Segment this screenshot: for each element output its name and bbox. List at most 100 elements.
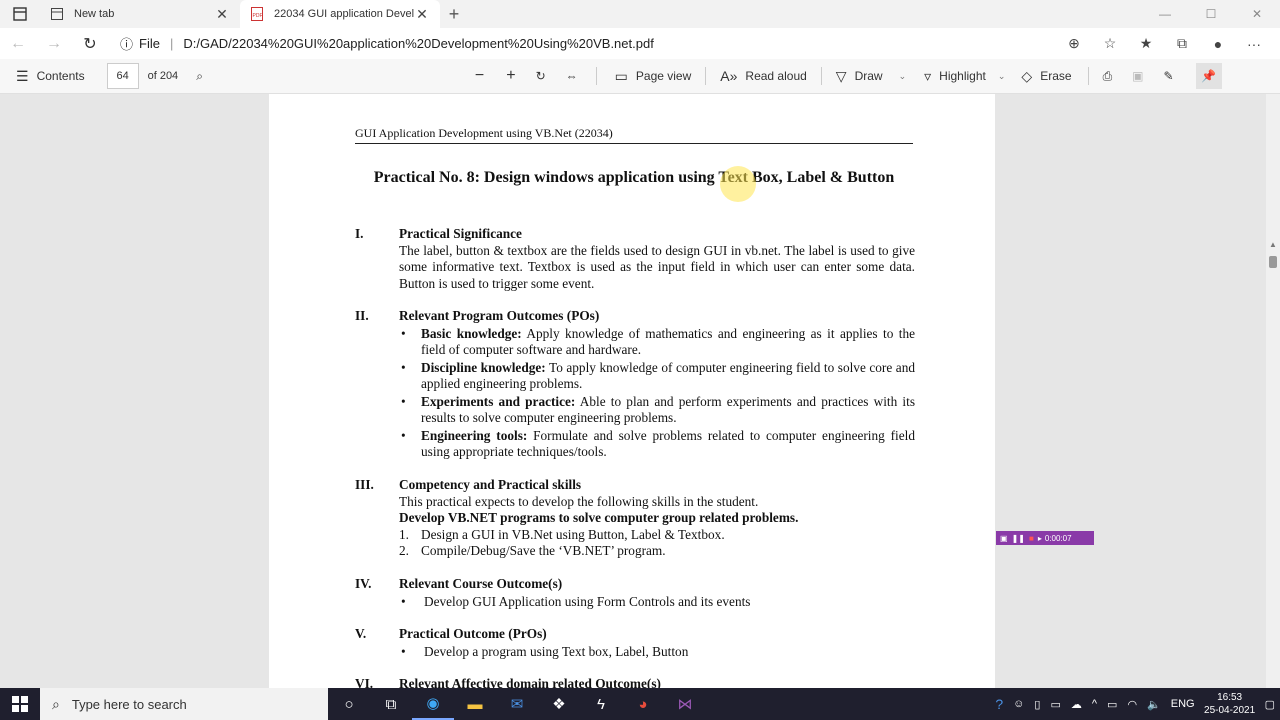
device-icon[interactable]: ▯ (1034, 698, 1040, 711)
search-icon: ⌕ (52, 695, 60, 712)
battery-icon[interactable]: ▭ (1107, 698, 1117, 711)
task-view-icon[interactable]: ⧉ (370, 688, 412, 720)
erase-button[interactable]: ◇ Erase (1021, 59, 1071, 94)
draw-icon: ▽ (835, 67, 847, 84)
zoom-out-icon[interactable]: − (475, 67, 484, 85)
help-icon[interactable]: ? (995, 696, 1003, 712)
svg-text:PDF: PDF (253, 13, 263, 19)
pdf-viewport[interactable]: GUI Application Development using VB.Net… (0, 94, 1280, 688)
page-view-button[interactable]: ▭ Page view (615, 59, 692, 94)
file-explorer-icon[interactable]: ▬ (454, 688, 496, 720)
people-icon[interactable]: ☺ (1013, 698, 1024, 710)
pause-icon[interactable]: ❚❚ (1012, 534, 1025, 543)
back-icon[interactable]: ← (0, 28, 36, 59)
windows-start-icon[interactable] (0, 688, 40, 720)
clock[interactable]: 16:53 25-04-2021 (1200, 691, 1260, 717)
maximize-icon[interactable]: ☐ (1188, 0, 1234, 28)
clock-time: 16:53 (1217, 692, 1243, 703)
close-window-icon[interactable]: ✕ (1234, 0, 1280, 28)
dropbox-icon[interactable]: ❖ (538, 688, 580, 720)
erase-label: Erase (1040, 69, 1072, 83)
section-competency: III. Competency and Practical skills Thi… (355, 477, 915, 560)
search-icon[interactable]: ⌕ (196, 69, 203, 84)
chevron-down-icon[interactable]: ⌄ (998, 71, 1006, 82)
mail-icon[interactable]: ✉ (496, 688, 538, 720)
section-text: The label, button & textbox are the fiel… (399, 242, 915, 291)
section-subheading: Develop VB.NET programs to solve compute… (399, 510, 799, 525)
tab-pdf[interactable]: PDF 22034 GUI application Development ✕ (240, 0, 440, 28)
close-tab-icon[interactable]: ✕ (214, 6, 230, 23)
list-item: Discipline knowledge: To apply knowledge… (399, 360, 915, 393)
search-placeholder: Type here to search (71, 696, 187, 712)
display-icon[interactable]: ▭ (1050, 698, 1060, 711)
bullet-bold: Basic knowledge: (421, 325, 522, 341)
save-icon[interactable]: ▣ (1132, 69, 1143, 83)
language-indicator[interactable]: ENG (1171, 698, 1195, 710)
play-icon[interactable]: ▸ (1038, 534, 1042, 543)
divider (705, 67, 707, 85)
cortana-icon[interactable]: ○ (328, 688, 370, 720)
print-icon[interactable]: ⎙ (1103, 69, 1113, 84)
scheme-label: File (139, 35, 160, 51)
app-icon[interactable]: ϟ (580, 688, 622, 720)
edge-icon[interactable]: ◉ (412, 688, 454, 720)
page-header: GUI Application Development using VB.Net… (355, 126, 913, 144)
stop-icon[interactable]: ■ (1029, 534, 1034, 543)
vertical-scrollbar[interactable]: ▲ (1266, 94, 1280, 688)
list-item: Basic knowledge: Apply knowledge of math… (399, 326, 915, 359)
tab-title: New tab (74, 8, 115, 20)
close-tab-icon[interactable]: ✕ (414, 6, 430, 23)
notification-icon[interactable]: ▢ (1265, 698, 1275, 711)
chevron-up-icon[interactable]: ^ (1092, 698, 1097, 710)
save-as-icon[interactable]: ✎ (1164, 69, 1174, 83)
item-text: Compile/Debug/Save the ‘VB.NET’ program. (421, 543, 666, 558)
fit-page-icon[interactable]: ⇔ (566, 69, 578, 83)
address-bar[interactable]: ⓘ File | D:/GAD/22034%20GUI%20applicatio… (120, 30, 1120, 56)
onedrive-icon[interactable]: ☁ (1071, 698, 1082, 711)
collections-icon[interactable]: ⧉ (1164, 35, 1200, 52)
profile-avatar[interactable]: ● (1200, 36, 1236, 52)
wifi-icon[interactable]: ◠ (1127, 698, 1137, 711)
chrome-icon[interactable]: ◕ (622, 688, 664, 720)
section-number: III. (355, 477, 374, 492)
item-number: 2. (399, 543, 409, 558)
list-item: Experiments and practice: Able to plan a… (399, 394, 915, 427)
chevron-down-icon[interactable]: ⌄ (899, 71, 907, 82)
zoom-in-icon[interactable]: + (506, 67, 515, 85)
draw-button[interactable]: ▽ Draw ⌄ (836, 59, 906, 94)
highlight-button[interactable]: ▿ Highlight ⌄ (924, 59, 1005, 94)
new-tab-button[interactable]: + (440, 0, 468, 28)
forward-icon[interactable]: → (36, 28, 72, 59)
scroll-up-icon[interactable]: ▲ (1269, 240, 1277, 249)
bullet-bold: Engineering tools: (421, 427, 528, 443)
add-favorite-icon[interactable]: ☆ (1092, 35, 1128, 52)
scroll-thumb[interactable] (1269, 256, 1277, 268)
rotate-icon[interactable]: ↻ (536, 69, 546, 83)
minimize-icon[interactable]: — (1142, 0, 1188, 28)
volume-icon[interactable]: 🔈 (1147, 698, 1161, 711)
section-number: IV. (355, 576, 372, 591)
contents-button[interactable]: ☰ Contents (16, 59, 85, 94)
section-practical-outcome: V. Practical Outcome (PrOs) Develop a pr… (355, 626, 915, 660)
pin-icon[interactable]: 📌 (1195, 63, 1222, 89)
contents-label: Contents (36, 69, 85, 83)
list-item: Develop a program using Text box, Label,… (399, 644, 915, 661)
refresh-icon[interactable]: ↻ (72, 28, 108, 59)
screen-recorder-widget[interactable]: ▣ ❚❚ ■ ▸ 0:00:07 (996, 531, 1094, 545)
tab-new-tab[interactable]: New tab ✕ (40, 0, 240, 28)
zoom-icon[interactable]: ⊕ (1056, 35, 1092, 52)
system-tray: ? ☺ ▯ ▭ ☁ ^ ▭ ◠ 🔈 ENG 16:53 25-04-2021 ▢ (990, 688, 1280, 720)
tab-actions-button[interactable] (0, 0, 40, 28)
more-menu-icon[interactable]: ··· (1236, 36, 1272, 52)
list-item: 2. Compile/Debug/Save the ‘VB.NET’ progra… (399, 543, 915, 560)
taskbar-search-input[interactable]: ⌕ Type here to search (40, 688, 328, 720)
read-aloud-button[interactable]: A» Read aloud (720, 59, 807, 94)
favorites-icon[interactable]: ★ (1128, 35, 1164, 52)
eraser-icon: ◇ (1021, 67, 1033, 84)
section-number: V. (355, 626, 367, 641)
recorder-icon: ▣ (1000, 533, 1008, 543)
page-number-input[interactable]: 64 (106, 63, 139, 89)
section-text: This practical expects to develop the fo… (399, 493, 759, 509)
visual-studio-icon[interactable]: ⋈ (664, 688, 706, 720)
pdf-page: GUI Application Development using VB.Net… (269, 94, 995, 688)
